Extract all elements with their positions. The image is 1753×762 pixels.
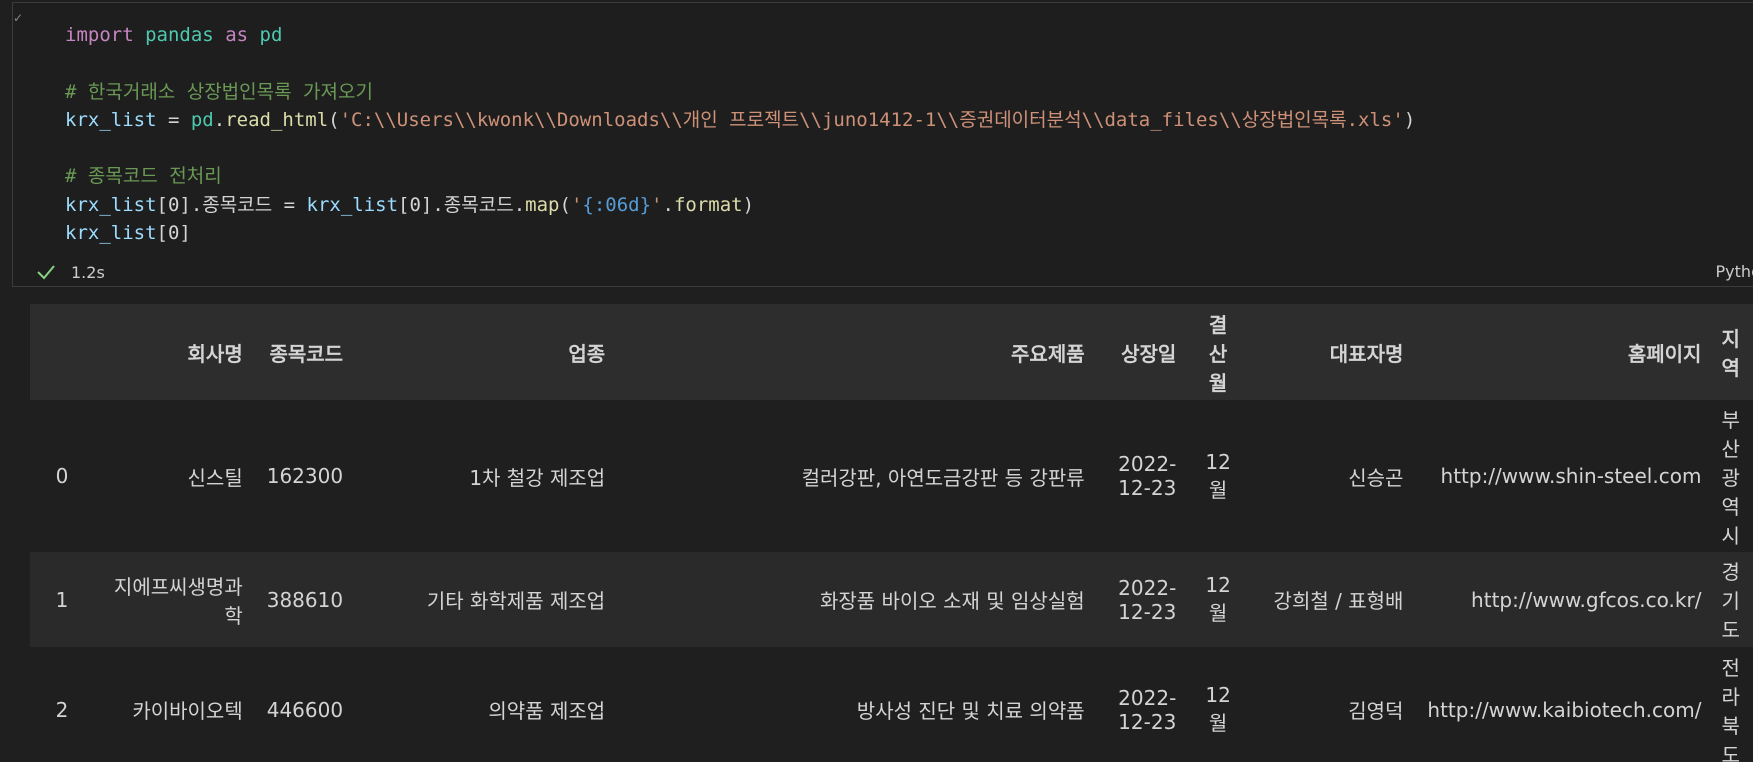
cell-home: http://www.gfcos.co.kr/ [1471, 587, 1702, 612]
code-token: [0].종목코드. [398, 193, 526, 216]
header-rep: 대표자명 [1329, 341, 1404, 366]
code-line: krx_list = pd.read_html('C:\\Users\\kwon… [65, 106, 1415, 134]
cell-home: http://www.kaibiotech.com/ [1427, 697, 1702, 722]
header-listed: 상장일 [1121, 341, 1177, 366]
code-token: pd [259, 24, 283, 46]
cell-rep: 신승곤 [1348, 465, 1404, 490]
cell-index: 2 [55, 697, 69, 722]
code-token: ) [742, 193, 755, 216]
cell-product: 컬러강판, 아연도금강판 등 강판류 [801, 465, 1085, 490]
dataframe-table: 회사명 종목코드 업종 주요제품 상장일 결산월 대표자명 홈페이지 지역 0 … [30, 304, 1753, 762]
code-line: import pandas as pd [65, 21, 1415, 49]
code-token: # 종목코드 전처리 [65, 165, 222, 188]
code-token: pd [190, 108, 214, 131]
cell-name: 카이바이오텍 [132, 699, 243, 723]
code-line: # 종목코드 전처리 [65, 162, 1415, 190]
cell-region: 부산광역시 [1721, 407, 1740, 548]
code-token: [0].종목코드 = [156, 193, 307, 216]
table-header-row: 회사명 종목코드 업종 주요제품 상장일 결산월 대표자명 홈페이지 지역 [30, 304, 1753, 400]
execution-status: 1.2s [35, 259, 105, 285]
header-industry: 업종 [568, 341, 606, 366]
cell-industry: 기타 화학제품 제조업 [426, 589, 606, 613]
header-code: 종목코드 [269, 341, 344, 366]
cell-rep: 김영덕 [1348, 699, 1404, 723]
cell-name: 지에프씨생명과학 [113, 574, 243, 628]
header-home: 홈페이지 [1627, 341, 1702, 366]
code-token: read_html [225, 108, 329, 131]
code-token: krx_list [65, 222, 157, 245]
cell-industry: 의약품 제조업 [488, 699, 606, 723]
cell-region: 전라북도 [1721, 655, 1740, 762]
kernel-language[interactable]: Python [1716, 259, 1753, 285]
code-token: . [213, 108, 226, 131]
code-line: # 한국거래소 상장법인목록 가져오기 [65, 78, 1415, 106]
table-row: 0 신스틸 162300 1차 철강 제조업 컬러강판, 아연도금강판 등 강판… [30, 400, 1753, 552]
cell-month: 12월 [1205, 449, 1231, 502]
cell-index: 1 [55, 587, 69, 612]
table-row: 2 카이바이오텍 446600 의약품 제조업 방사성 진단 및 치료 의약품 … [30, 647, 1753, 762]
code-token: [0] [156, 222, 191, 245]
cell-code: 388610 [266, 587, 344, 612]
cell-code: 446600 [266, 697, 344, 722]
header-name: 회사명 [187, 341, 243, 366]
cell-rep: 강희철 / 표형배 [1273, 589, 1404, 613]
code-token: ' [651, 193, 663, 216]
cell-month: 12월 [1205, 683, 1231, 735]
execution-time: 1.2s [71, 262, 105, 282]
code-token: as [225, 24, 249, 46]
cell-gutter-mark: ✓ [13, 11, 24, 25]
code-token: 'C:\\Users\\kwonk\\Downloads\\개인 프로젝트\\j… [339, 108, 1404, 131]
cell-listed: 2022-12-23 [1118, 685, 1177, 734]
table-row: 1 지에프씨생명과학 388610 기타 화학제품 제조업 화장품 바이오 소재… [30, 552, 1753, 647]
cell-industry: 1차 철강 제조업 [469, 465, 606, 490]
cell-listed: 2022-12-23 [1118, 575, 1177, 624]
code-token: krx_list [65, 108, 157, 131]
cell-product: 방사성 진단 및 치료 의약품 [856, 699, 1085, 723]
code-token: . [662, 193, 674, 216]
header-month: 결산월 [1208, 312, 1228, 395]
cell-product: 화장품 바이오 소재 및 임상실험 [820, 589, 1085, 613]
header-region: 지역 [1721, 327, 1740, 380]
cell-home: http://www.shin-steel.com [1440, 464, 1702, 488]
code-token: krx_list [306, 193, 399, 216]
code-token: ) [1403, 108, 1416, 131]
cell-index: 0 [55, 464, 69, 488]
code-token: ' [570, 193, 583, 216]
header-product: 주요제품 [1011, 341, 1085, 366]
check-icon [37, 265, 55, 280]
code-token: pandas [145, 24, 214, 46]
code-token: # 한국거래소 상장법인목록 가져오기 [65, 80, 373, 103]
code-token: ( [559, 193, 571, 216]
code-editor[interactable]: import pandas as pd # 한국거래소 상장법인목록 가져오기 k… [65, 21, 1415, 247]
code-line: krx_list[0] [65, 219, 1415, 247]
cell-output: 회사명 종목코드 업종 주요제품 상장일 결산월 대표자명 홈페이지 지역 0 … [30, 304, 1753, 762]
cell-region: 경기도 [1721, 560, 1740, 642]
cell-name: 신스틸 [187, 465, 243, 490]
code-cell[interactable]: ✓ import pandas as pd # 한국거래소 상장법인목록 가져오… [12, 2, 1753, 287]
code-token: krx_list [65, 193, 157, 216]
code-token: = [156, 108, 191, 131]
code-token: ( [328, 108, 340, 131]
code-token: import [65, 24, 134, 46]
code-token: map [525, 193, 560, 216]
code-line: krx_list[0].종목코드 = krx_list[0].종목코드.map(… [65, 191, 1415, 219]
cell-listed: 2022-12-23 [1118, 452, 1177, 500]
cell-month: 12월 [1205, 573, 1231, 625]
cell-code: 162300 [266, 464, 344, 488]
code-token: {:06d} [582, 193, 652, 216]
code-token: format [673, 193, 743, 216]
header-index [30, 304, 94, 400]
